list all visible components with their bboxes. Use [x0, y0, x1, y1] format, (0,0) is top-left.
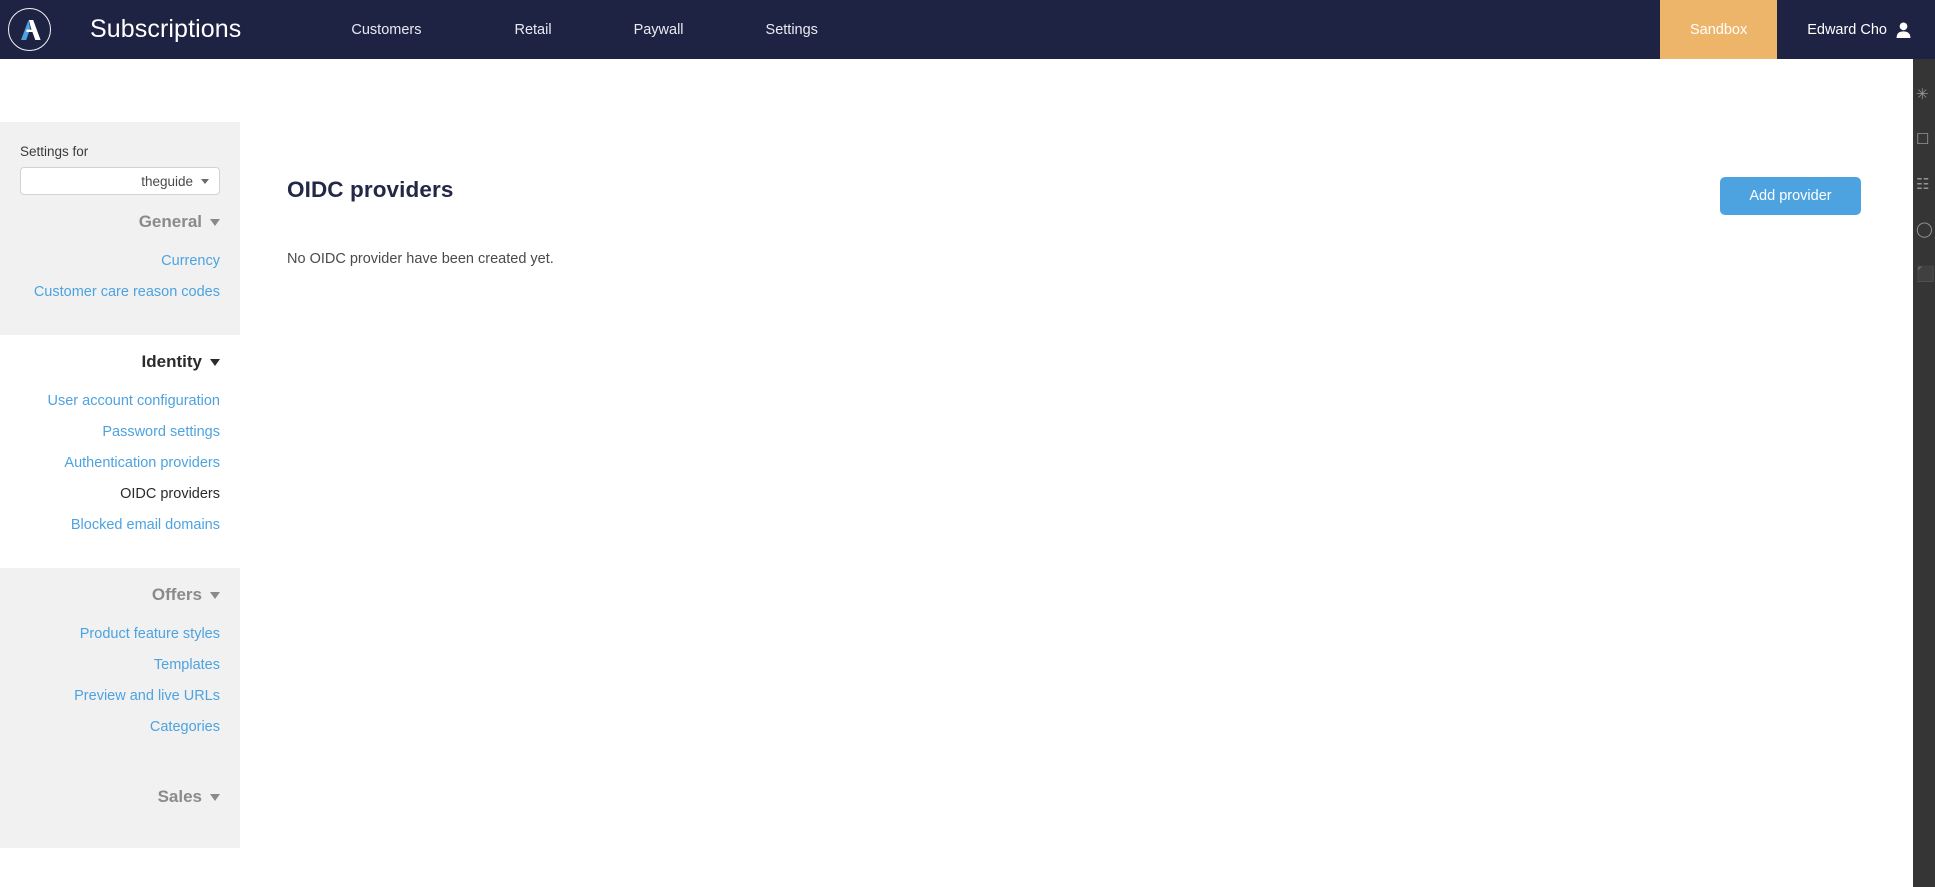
sidebar-item-customer-care-reason-codes[interactable]: Customer care reason codes [20, 276, 220, 307]
page-header: OIDC providers Add provider [287, 177, 1915, 215]
chevron-down-icon [210, 591, 220, 599]
bookmark-icon[interactable]: ⬛ [1916, 267, 1935, 282]
chevron-down-icon [210, 793, 220, 801]
logo-mark-icon [20, 19, 41, 40]
sidebar-item-blocked-email-domains[interactable]: Blocked email domains [20, 509, 220, 540]
sidebar-item-preview-and-live-urls[interactable]: Preview and live URLs [20, 680, 220, 711]
sidebar-group-title: General [138, 212, 202, 231]
empty-state-message: No OIDC provider have been created yet. [287, 251, 554, 267]
nav-item-settings[interactable]: Settings [764, 16, 820, 44]
sidebar-group-sales: Sales [0, 770, 240, 848]
scope-select-value: theguide [141, 173, 193, 189]
nav-item-paywall[interactable]: Paywall [632, 16, 686, 44]
aptitude-logo-icon [8, 8, 51, 51]
square-icon[interactable]: ☐ [1916, 132, 1929, 147]
sidebar-group-title: Sales [157, 787, 202, 806]
settings-sidebar: Settings for theguide General Currency C… [0, 122, 240, 887]
app-title: Subscriptions [90, 15, 242, 43]
browser-extension-strip: ✳ ☐ ☷ ◯ ⬛ [1913, 59, 1935, 887]
sidebar-group-header-general[interactable]: General [20, 195, 220, 245]
circle-icon[interactable]: ◯ [1916, 222, 1933, 237]
nav-right-cluster: Sandbox Edward Cho [1659, 0, 1935, 59]
user-menu-label: Edward Cho [1807, 21, 1887, 38]
sidebar-group-general: Settings for theguide General Currency C… [0, 122, 240, 335]
chevron-down-icon [210, 358, 220, 366]
main-content: OIDC providers Add provider No OIDC prov… [240, 59, 1913, 887]
add-provider-button[interactable]: Add provider [1720, 177, 1861, 215]
settings-for-label: Settings for [20, 144, 89, 159]
sidebar-group-identity: Identity User account configuration Pass… [0, 335, 240, 568]
brand-block[interactable]: Subscriptions [0, 0, 241, 59]
environment-badge[interactable]: Sandbox [1659, 0, 1778, 59]
sidebar-group-header-offers[interactable]: Offers [20, 568, 220, 618]
sidebar-group-title: Offers [151, 585, 202, 604]
sidebar-item-product-feature-styles[interactable]: Product feature styles [20, 618, 220, 649]
sidebar-group-offers: Offers Product feature styles Templates … [0, 568, 240, 770]
sidebar-group-title: Identity [141, 352, 202, 371]
sidebar-item-user-account-configuration[interactable]: User account configuration [20, 385, 221, 416]
sidebar-item-authentication-providers[interactable]: Authentication providers [20, 447, 220, 478]
sidebar-group-header-identity[interactable]: Identity [20, 335, 220, 385]
scope-select[interactable]: theguide [20, 167, 220, 195]
sidebar-item-currency[interactable]: Currency [20, 245, 220, 276]
sidebar-item-oidc-providers[interactable]: OIDC providers [20, 478, 220, 509]
nav-item-retail[interactable]: Retail [512, 16, 553, 44]
top-navigation-bar: Subscriptions Customers Retail Paywall S… [0, 0, 1935, 59]
chevron-down-icon [201, 178, 209, 184]
chevron-down-icon [210, 218, 220, 226]
user-menu[interactable]: Edward Cho [1777, 0, 1935, 59]
sparkle-icon[interactable]: ✳ [1916, 87, 1929, 102]
user-avatar-icon [1896, 22, 1911, 38]
primary-nav: Customers Retail Paywall Settings [349, 0, 820, 59]
sidebar-group-header-sales[interactable]: Sales [20, 770, 220, 820]
page-title: OIDC providers [287, 177, 454, 202]
book-icon[interactable]: ☷ [1916, 177, 1929, 192]
sidebar-item-categories[interactable]: Categories [20, 711, 220, 742]
sidebar-item-password-settings[interactable]: Password settings [20, 416, 220, 447]
logo-wrap[interactable] [0, 0, 59, 59]
sidebar-item-templates[interactable]: Templates [20, 649, 220, 680]
nav-item-customers[interactable]: Customers [349, 16, 423, 44]
